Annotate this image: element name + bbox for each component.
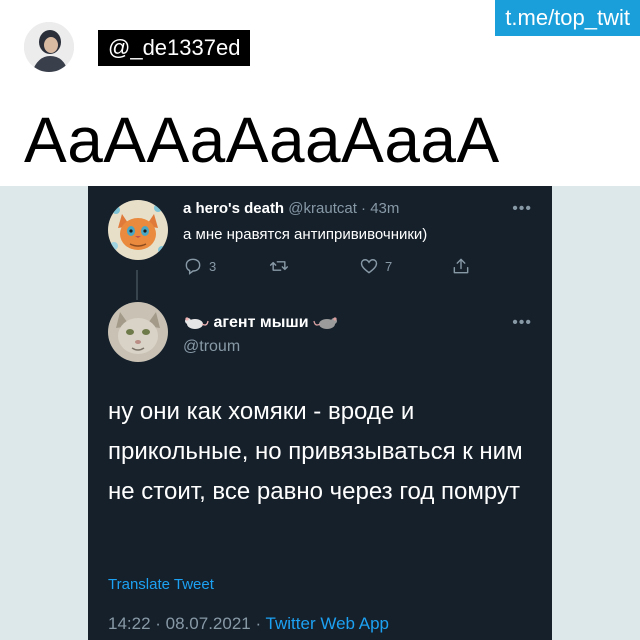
share-icon xyxy=(453,258,469,274)
main-author-name[interactable]: агент мыши xyxy=(213,314,308,331)
poster-avatar[interactable] xyxy=(24,22,74,72)
like-icon xyxy=(360,259,378,274)
retweet-icon xyxy=(269,261,289,271)
meme-caption: AaAAaAaaAaaA xyxy=(24,104,500,176)
reply-author-name[interactable]: a hero's death xyxy=(183,200,284,217)
rat-icon xyxy=(185,317,209,329)
person-avatar xyxy=(24,22,74,72)
reply-text: а мне нравятся антипрививочники) xyxy=(183,226,428,243)
share-action[interactable] xyxy=(451,256,477,276)
main-tweet-text: ну они как хомяки - вроде и прикольные, … xyxy=(108,398,523,505)
reply-more-button[interactable]: ••• xyxy=(512,200,532,218)
reply-count: 3 xyxy=(209,258,217,274)
embedded-tweet-screenshot: a hero's death @krautcat · 43m ••• а мне… xyxy=(88,186,552,640)
tweet-timestamp: 14:22 · 08.07.2021 · Twitter Web App xyxy=(108,614,389,634)
like-count: 7 xyxy=(385,258,393,274)
reply-action-bar: 3 7 xyxy=(183,256,483,278)
main-author-handle[interactable]: @troum xyxy=(183,338,240,356)
reply-handle-time[interactable]: @krautcat · 43m xyxy=(288,200,399,217)
reply-icon xyxy=(185,258,201,275)
like-action[interactable]: 7 xyxy=(359,256,392,276)
main-author-line[interactable]: агент мыши xyxy=(183,314,339,332)
channel-badge[interactable]: t.me/top_twit xyxy=(495,0,640,36)
reply-action[interactable]: 3 xyxy=(183,256,216,276)
rat-icon xyxy=(313,317,337,329)
reply-author-line: a hero's death @krautcat · 43m xyxy=(183,200,399,217)
poster-handle: @_de1337ed xyxy=(98,30,251,66)
timestamp-text[interactable]: 14:22 · 08.07.2021 · xyxy=(108,614,266,633)
cat-avatar xyxy=(108,302,168,362)
cat-avatar xyxy=(108,200,168,260)
main-author-avatar[interactable] xyxy=(108,302,168,362)
main-more-button[interactable]: ••• xyxy=(512,314,532,332)
source-app-link[interactable]: Twitter Web App xyxy=(266,614,389,633)
thread-connector xyxy=(136,270,138,300)
retweet-action[interactable] xyxy=(269,256,295,276)
translate-tweet-link[interactable]: Translate Tweet xyxy=(108,576,214,593)
reply-author-avatar[interactable] xyxy=(108,200,168,260)
